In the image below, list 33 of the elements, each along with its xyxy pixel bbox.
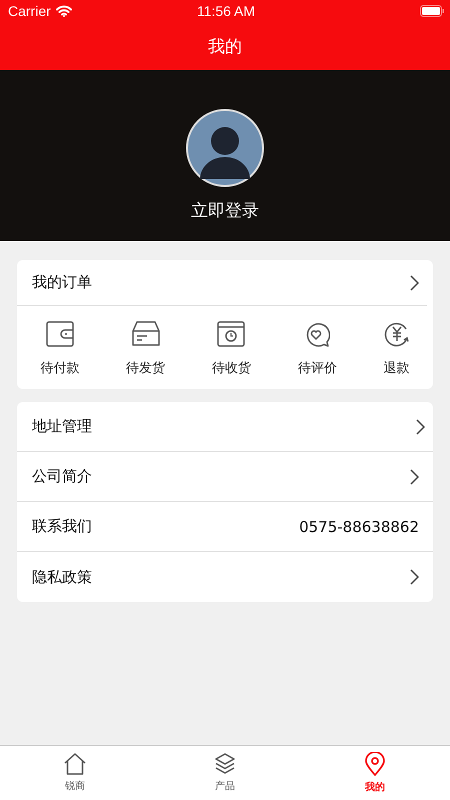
battery-icon	[420, 5, 444, 17]
menu-item[interactable]: 公司简介	[17, 452, 433, 502]
order-status-button[interactable]: 待收货	[208, 321, 255, 377]
login-button[interactable]: 立即登录	[187, 197, 263, 224]
order-status-button[interactable]: 待付款	[36, 321, 84, 377]
chevron-icon[interactable]	[410, 274, 419, 290]
menu-label: 联系我们	[32, 517, 92, 536]
menu-item[interactable]: 隐私政策	[17, 552, 433, 602]
orders-title: 我的订单	[32, 273, 92, 292]
box-icon	[132, 321, 160, 347]
chevron-icon	[410, 569, 419, 585]
tab[interactable]: 我的	[300, 746, 450, 800]
chevron-icon	[410, 468, 419, 484]
order-status-button[interactable]: 待评价	[294, 321, 341, 377]
wifi-icon	[56, 5, 72, 17]
heart-bubble-icon	[304, 321, 330, 347]
chevron-icon	[416, 418, 425, 434]
carrier-name: Carrier	[8, 3, 51, 19]
avatar[interactable]	[186, 109, 264, 187]
location-pin-icon	[365, 752, 385, 776]
clock-box-icon	[217, 321, 246, 347]
yen-refund-icon	[384, 321, 410, 347]
order-status-button[interactable]: 退款	[380, 321, 414, 377]
tab[interactable]: 产品	[150, 746, 300, 800]
house-icon	[64, 753, 86, 775]
menu-item[interactable]: 地址管理	[17, 402, 433, 452]
wallet-icon	[46, 321, 74, 347]
order-status-button[interactable]: 待发货	[122, 321, 170, 377]
page-title: 我的	[208, 36, 242, 58]
layers-icon	[215, 753, 235, 775]
phone-number[interactable]: 0575-88638862	[299, 518, 419, 536]
tab[interactable]: 锐商	[0, 746, 150, 800]
status-time: 11:56 AM	[196, 3, 256, 19]
